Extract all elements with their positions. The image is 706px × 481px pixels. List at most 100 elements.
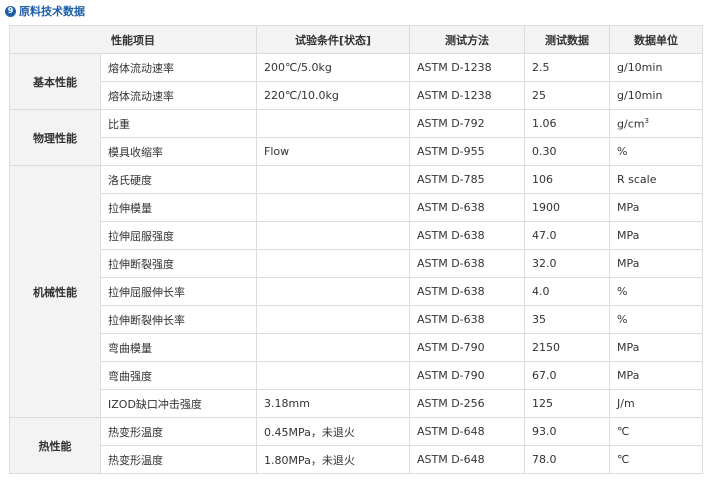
- unit-cell: ℃: [609, 445, 703, 474]
- column-header-value: 测试数据: [524, 25, 610, 54]
- table-row: 弯曲强度 ASTM D-790 67.0 MPa: [10, 361, 703, 390]
- property-name-cell: 弯曲模量: [100, 333, 257, 362]
- group-label: 机械性能: [9, 165, 101, 418]
- unit-superscript: 3: [644, 116, 649, 125]
- unit-cell: g/10min: [609, 53, 703, 82]
- table-row: 拉伸模量 ASTM D-638 1900 MPa: [10, 193, 703, 222]
- test-value-cell: 35: [524, 305, 610, 334]
- section-heading: 9 原料技术数据: [5, 3, 85, 19]
- test-value-cell: 78.0: [524, 445, 610, 474]
- unit-cell: %: [609, 137, 703, 166]
- unit-cell: g/10min: [609, 81, 703, 110]
- property-name-cell: 熔体流动速率: [100, 53, 257, 82]
- test-condition-cell: 1.80MPa，未退火: [256, 445, 410, 474]
- test-value-cell: 0.30: [524, 137, 610, 166]
- property-name-cell: IZOD缺口冲击强度: [100, 389, 257, 418]
- table-row: 热性能 热变形温度 0.45MPa，未退火 ASTM D-648 93.0 ℃: [9, 417, 703, 474]
- test-value-cell: 1900: [524, 193, 610, 222]
- test-condition-cell: [256, 361, 410, 390]
- column-header-method: 测试方法: [409, 25, 525, 54]
- test-condition-cell: [256, 333, 410, 362]
- unit-cell: MPa: [609, 333, 703, 362]
- test-condition-cell: Flow: [256, 137, 410, 166]
- test-condition-cell: [256, 221, 410, 250]
- test-method-cell: ASTM D-955: [409, 137, 525, 166]
- unit-cell: %: [609, 277, 703, 306]
- unit-cell: MPa: [609, 361, 703, 390]
- test-value-cell: 32.0: [524, 249, 610, 278]
- circle-number-9-icon: 9: [5, 5, 16, 17]
- table-row: 拉伸断裂伸长率 ASTM D-638 35%: [10, 305, 703, 334]
- test-condition-cell: 220℃/10.0kg: [256, 81, 410, 110]
- technical-data-table: 性能项目 试验条件[状态] 测试方法 测试数据 数据单位 基本性能 熔体流动速率 2…: [9, 25, 703, 474]
- unit-cell: %: [609, 305, 703, 334]
- property-name-cell: 弯曲强度: [100, 361, 257, 390]
- column-header-condition: 试验条件[状态]: [256, 25, 410, 54]
- property-name-cell: 比重: [100, 109, 257, 138]
- unit-cell: R scale: [609, 165, 703, 194]
- test-method-cell: ASTM D-638: [409, 221, 525, 250]
- test-method-cell: ASTM D-256: [409, 389, 525, 418]
- column-header-property: 性能项目: [9, 25, 257, 54]
- unit-cell: MPa: [609, 193, 703, 222]
- test-method-cell: ASTM D-785: [409, 165, 525, 194]
- test-method-cell: ASTM D-648: [409, 445, 525, 474]
- table-row: 拉伸屈服伸长率 ASTM D-638 4.0%: [10, 277, 703, 306]
- test-method-cell: ASTM D-638: [409, 277, 525, 306]
- property-name-cell: 拉伸屈服伸长率: [100, 277, 257, 306]
- test-method-cell: ASTM D-638: [409, 305, 525, 334]
- table-row: IZOD缺口冲击强度 3.18mm ASTM D-256 125 J/m: [10, 389, 703, 418]
- test-condition-cell: [256, 277, 410, 306]
- test-condition-cell: [256, 193, 410, 222]
- table-row: 拉伸断裂强度 ASTM D-638 32.0 MPa: [10, 249, 703, 278]
- test-condition-cell: [256, 109, 410, 138]
- table-header-row: 性能项目 试验条件[状态] 测试方法 测试数据 数据单位: [9, 25, 703, 54]
- test-value-cell: 106: [524, 165, 610, 194]
- unit-cell: ℃: [609, 417, 703, 446]
- unit-base: g/cm: [617, 117, 645, 131]
- property-name-cell: 拉伸模量: [100, 193, 257, 222]
- property-name-cell: 拉伸断裂强度: [100, 249, 257, 278]
- test-condition-cell: [256, 249, 410, 278]
- test-condition-cell: [256, 305, 410, 334]
- test-value-cell: 47.0: [524, 221, 610, 250]
- test-value-cell: 1.06: [524, 109, 610, 138]
- test-method-cell: ASTM D-790: [409, 361, 525, 390]
- table-row: 模具收缩率 Flow ASTM D-955 0.30%: [10, 137, 703, 166]
- table-row: 基本性能 熔体流动速率 200℃/5.0kg ASTM D-1238 2.5 g/10mi…: [9, 53, 703, 110]
- group-label: 基本性能: [9, 53, 101, 110]
- test-condition-cell: [256, 165, 410, 194]
- table-row: 物理性能 比重 ASTM D-792 1.06 g/cm3: [9, 109, 703, 166]
- test-method-cell: ASTM D-1238: [409, 53, 525, 82]
- table-row: 热变形温度 1.80MPa，未退火 ASTM D-648 78.0 ℃: [10, 445, 703, 474]
- property-name-cell: 拉伸断裂伸长率: [100, 305, 257, 334]
- unit-cell: J/m: [609, 389, 703, 418]
- test-value-cell: 2150: [524, 333, 610, 362]
- test-condition-cell: 3.18mm: [256, 389, 410, 418]
- section-title: 原料技术数据: [19, 5, 85, 18]
- group-label: 物理性能: [9, 109, 101, 166]
- test-value-cell: 93.0: [524, 417, 610, 446]
- test-condition-cell: 200℃/5.0kg: [256, 53, 410, 82]
- table-row: 熔体流动速率 220℃/10.0kg ASTM D-1238 25 g/10min: [10, 81, 703, 110]
- unit-cell: g/cm3: [609, 109, 703, 138]
- test-method-cell: ASTM D-790: [409, 333, 525, 362]
- test-method-cell: ASTM D-638: [409, 193, 525, 222]
- property-name-cell: 模具收缩率: [100, 137, 257, 166]
- column-header-unit: 数据单位: [609, 25, 703, 54]
- unit-cell: MPa: [609, 249, 703, 278]
- test-method-cell: ASTM D-1238: [409, 81, 525, 110]
- test-value-cell: 2.5: [524, 53, 610, 82]
- test-value-cell: 4.0: [524, 277, 610, 306]
- test-method-cell: ASTM D-638: [409, 249, 525, 278]
- property-name-cell: 洛氏硬度: [100, 165, 257, 194]
- property-name-cell: 热变形温度: [100, 445, 257, 474]
- table-row: 拉伸屈服强度 ASTM D-638 47.0 MPa: [10, 221, 703, 250]
- table-row: 机械性能 洛氏硬度 ASTM D-785 106 R scale: [9, 165, 703, 418]
- test-method-cell: ASTM D-792: [409, 109, 525, 138]
- property-name-cell: 熔体流动速率: [100, 81, 257, 110]
- unit-cell: MPa: [609, 221, 703, 250]
- test-value-cell: 25: [524, 81, 610, 110]
- test-condition-cell: 0.45MPa，未退火: [256, 417, 410, 446]
- test-value-cell: 125: [524, 389, 610, 418]
